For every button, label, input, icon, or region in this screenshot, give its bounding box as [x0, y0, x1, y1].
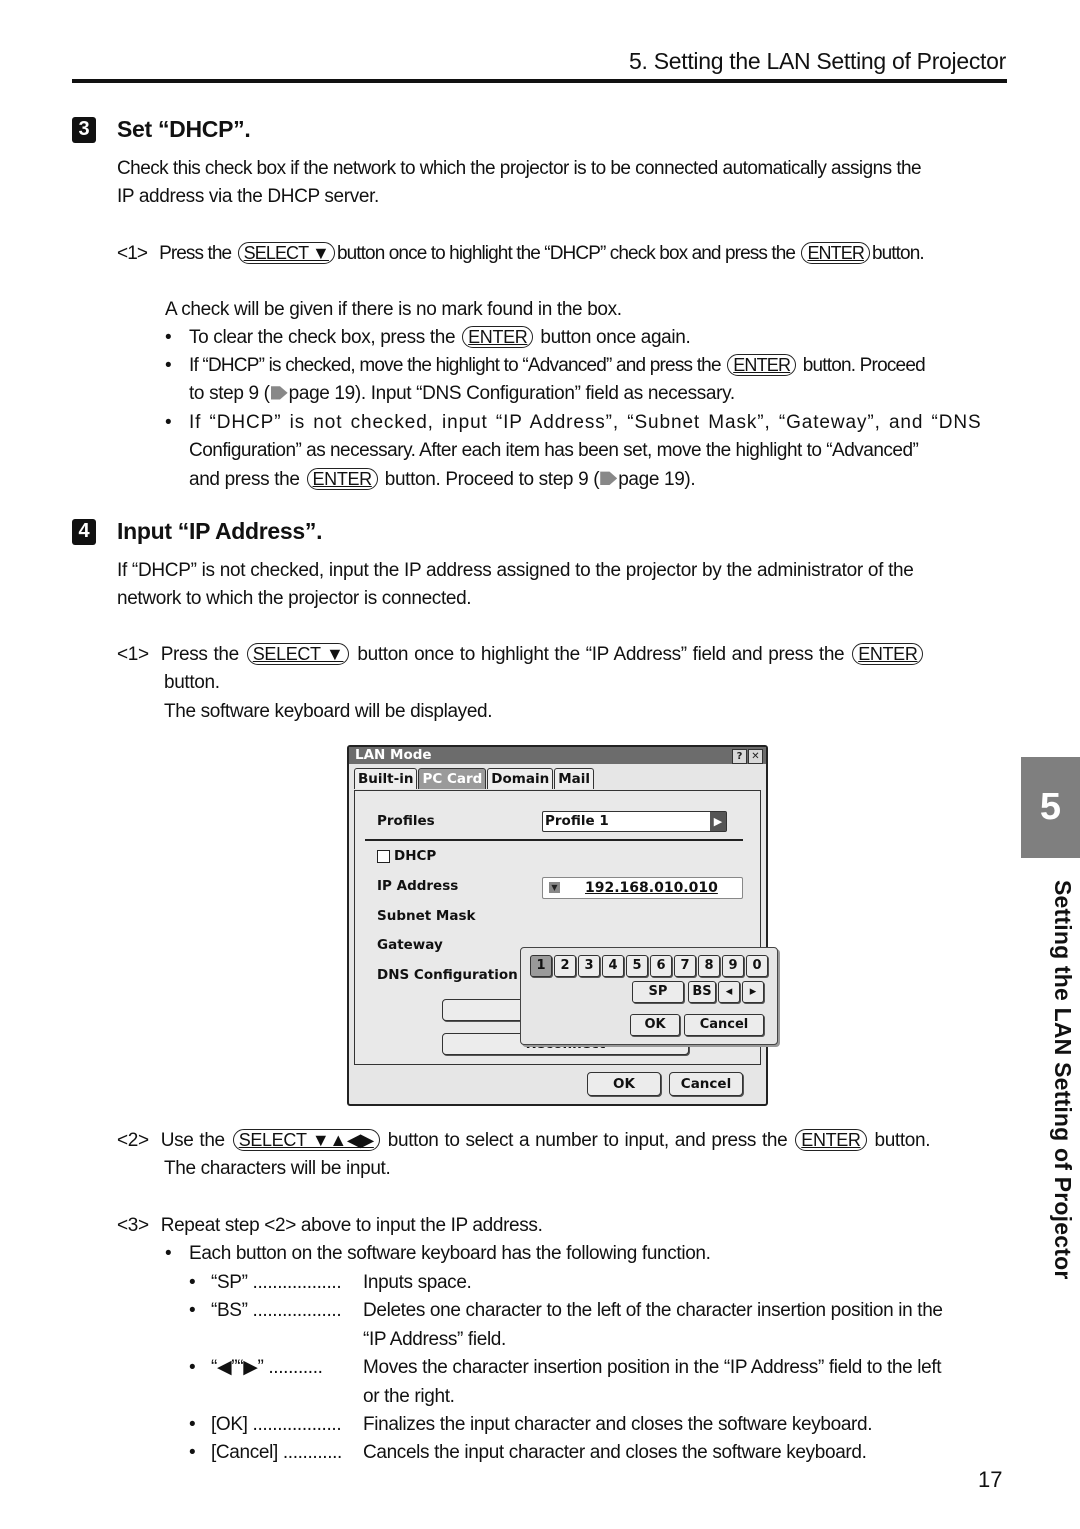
bullet-item: • If “DHCP” is checked, move the highligh… [165, 354, 926, 405]
cursor-right-icon[interactable]: ▸ [742, 981, 764, 1003]
space-key[interactable]: SP [632, 981, 684, 1003]
dhcp-label: DHCP [394, 848, 437, 864]
running-header: 5. Setting the LAN Setting of Projector [629, 48, 1006, 74]
enter-key: ENTER [795, 1129, 867, 1151]
gateway-label: Gateway [377, 937, 443, 953]
step-4-sub-1: <1> Press the SELECT ▼ button once to hig… [117, 641, 925, 726]
close-icon[interactable]: ✕ [748, 749, 763, 764]
chapter-tab: 5 [1021, 757, 1080, 858]
subnet-mask-label: Subnet Mask [377, 908, 476, 924]
key-8[interactable]: 8 [698, 955, 720, 977]
step-3-intro: Check this check box if the network to w… [117, 158, 922, 208]
page-number: 17 [978, 1467, 1003, 1492]
key-2[interactable]: 2 [554, 955, 576, 977]
lan-mode-dialog: LAN Mode ? ✕ Built-in PC Card Domain Mai… [347, 745, 778, 1106]
dropdown-icon: ▼ [549, 882, 560, 893]
pc-card-panel: Profiles Profile 1 ▶ DHCP IP Address ▼ 1… [354, 790, 778, 1065]
dialog-title: LAN Mode [349, 747, 766, 764]
key-4[interactable]: 4 [602, 955, 624, 977]
bullet-item: • To clear the check box, press the ENTER… [165, 326, 691, 348]
step-4-intro: If “DHCP” is not checked, input the IP a… [117, 560, 914, 610]
profiles-select[interactable]: Profile 1 ▶ [542, 811, 727, 832]
function-item: • “◀”“▶” ........... Moves the character i… [189, 1357, 942, 1379]
key-6[interactable]: 6 [650, 955, 672, 977]
function-item: • “BS” .................. Deletes one char… [189, 1300, 943, 1322]
enter-key: ENTER [852, 643, 924, 665]
key-1[interactable]: 1 [530, 955, 552, 977]
key-3[interactable]: 3 [578, 955, 600, 977]
ip-address-value: 192.168.010.010 [585, 880, 718, 896]
select-key: SELECT ▼ [237, 242, 335, 264]
step-3-sub-1: <1> Press the SELECT ▼ button once to high… [117, 242, 925, 264]
software-keyboard: 1 2 3 4 5 6 7 8 9 0 SP BS ◂ ▸ OK Cancel [520, 947, 778, 1045]
chevron-right-icon: ▶ [710, 812, 726, 831]
profile-value: Profile 1 [545, 813, 609, 829]
divider [365, 839, 743, 841]
dhcp-checkbox-row[interactable]: DHCP [377, 848, 436, 864]
function-item: • “SP” .................. Inputs space. [189, 1272, 472, 1293]
step-title: Set “DHCP”. [117, 116, 251, 142]
enter-key: ENTER [306, 467, 378, 490]
key-0[interactable]: 0 [746, 955, 768, 977]
dialog-tabs: Built-in PC Card Domain Mail [354, 768, 595, 789]
dhcp-checkbox[interactable] [377, 849, 390, 863]
select-key: SELECT ▼▲◀▶ [232, 1129, 380, 1151]
ip-address-label: IP Address [377, 878, 459, 894]
enter-key: ENTER [727, 354, 797, 376]
tab-domain[interactable]: Domain [487, 768, 554, 789]
page-reference-icon [270, 386, 288, 400]
function-item: • [Cancel] ............ Cancels the input … [189, 1442, 867, 1464]
step-4-sub-2: <2> Use the SELECT ▼▲◀▶ button to select … [117, 1129, 931, 1180]
ip-address-field[interactable]: ▼ 192.168.010.010 [542, 877, 743, 899]
enter-key: ENTER [801, 242, 870, 264]
tab-mail[interactable]: Mail [554, 768, 595, 789]
keyboard-function-list: • “SP” .................. Inputs space. • “… [189, 1269, 1007, 1468]
profiles-label: Profiles [377, 813, 435, 829]
function-item: • [OK] .................. Finalizes the in… [189, 1414, 873, 1436]
step-number-badge: 3 [72, 116, 96, 143]
backspace-key[interactable]: BS [688, 981, 716, 1003]
cursor-left-icon[interactable]: ◂ [718, 981, 740, 1003]
step-3-note: A check will be given if there is no mar… [165, 299, 622, 320]
chapter-side-label: Setting the LAN Setting of Projector [1050, 880, 1076, 1280]
key-5[interactable]: 5 [626, 955, 648, 977]
help-icon[interactable]: ? [732, 749, 747, 764]
key-7[interactable]: 7 [674, 955, 696, 977]
step-number-badge: 4 [72, 518, 96, 545]
enter-key: ENTER [462, 326, 534, 348]
cancel-button[interactable]: Cancel [669, 1072, 743, 1096]
dns-configuration-label: DNS Configuration [377, 967, 518, 983]
tab-pc-card[interactable]: PC Card [418, 768, 487, 789]
keyboard-cancel-button[interactable]: Cancel [684, 1014, 764, 1036]
step-4-sub-3: <3> Repeat step <2> above to input the IP… [117, 1215, 711, 1265]
select-key: SELECT ▼ [246, 643, 350, 665]
ok-button[interactable]: OK [587, 1072, 661, 1096]
step-4-heading: 4 Input “IP Address”. [72, 518, 322, 545]
tab-built-in[interactable]: Built-in [354, 768, 418, 789]
key-9[interactable]: 9 [722, 955, 744, 977]
header-rule [72, 79, 1007, 83]
step-3-heading: 3 Set “DHCP”. [72, 116, 251, 143]
page-reference-icon [600, 471, 618, 485]
bullet-item: • If “DHCP” is not checked, input “IP Add… [165, 412, 982, 490]
step-title: Input “IP Address”. [117, 518, 323, 544]
keyboard-ok-button[interactable]: OK [630, 1014, 680, 1036]
